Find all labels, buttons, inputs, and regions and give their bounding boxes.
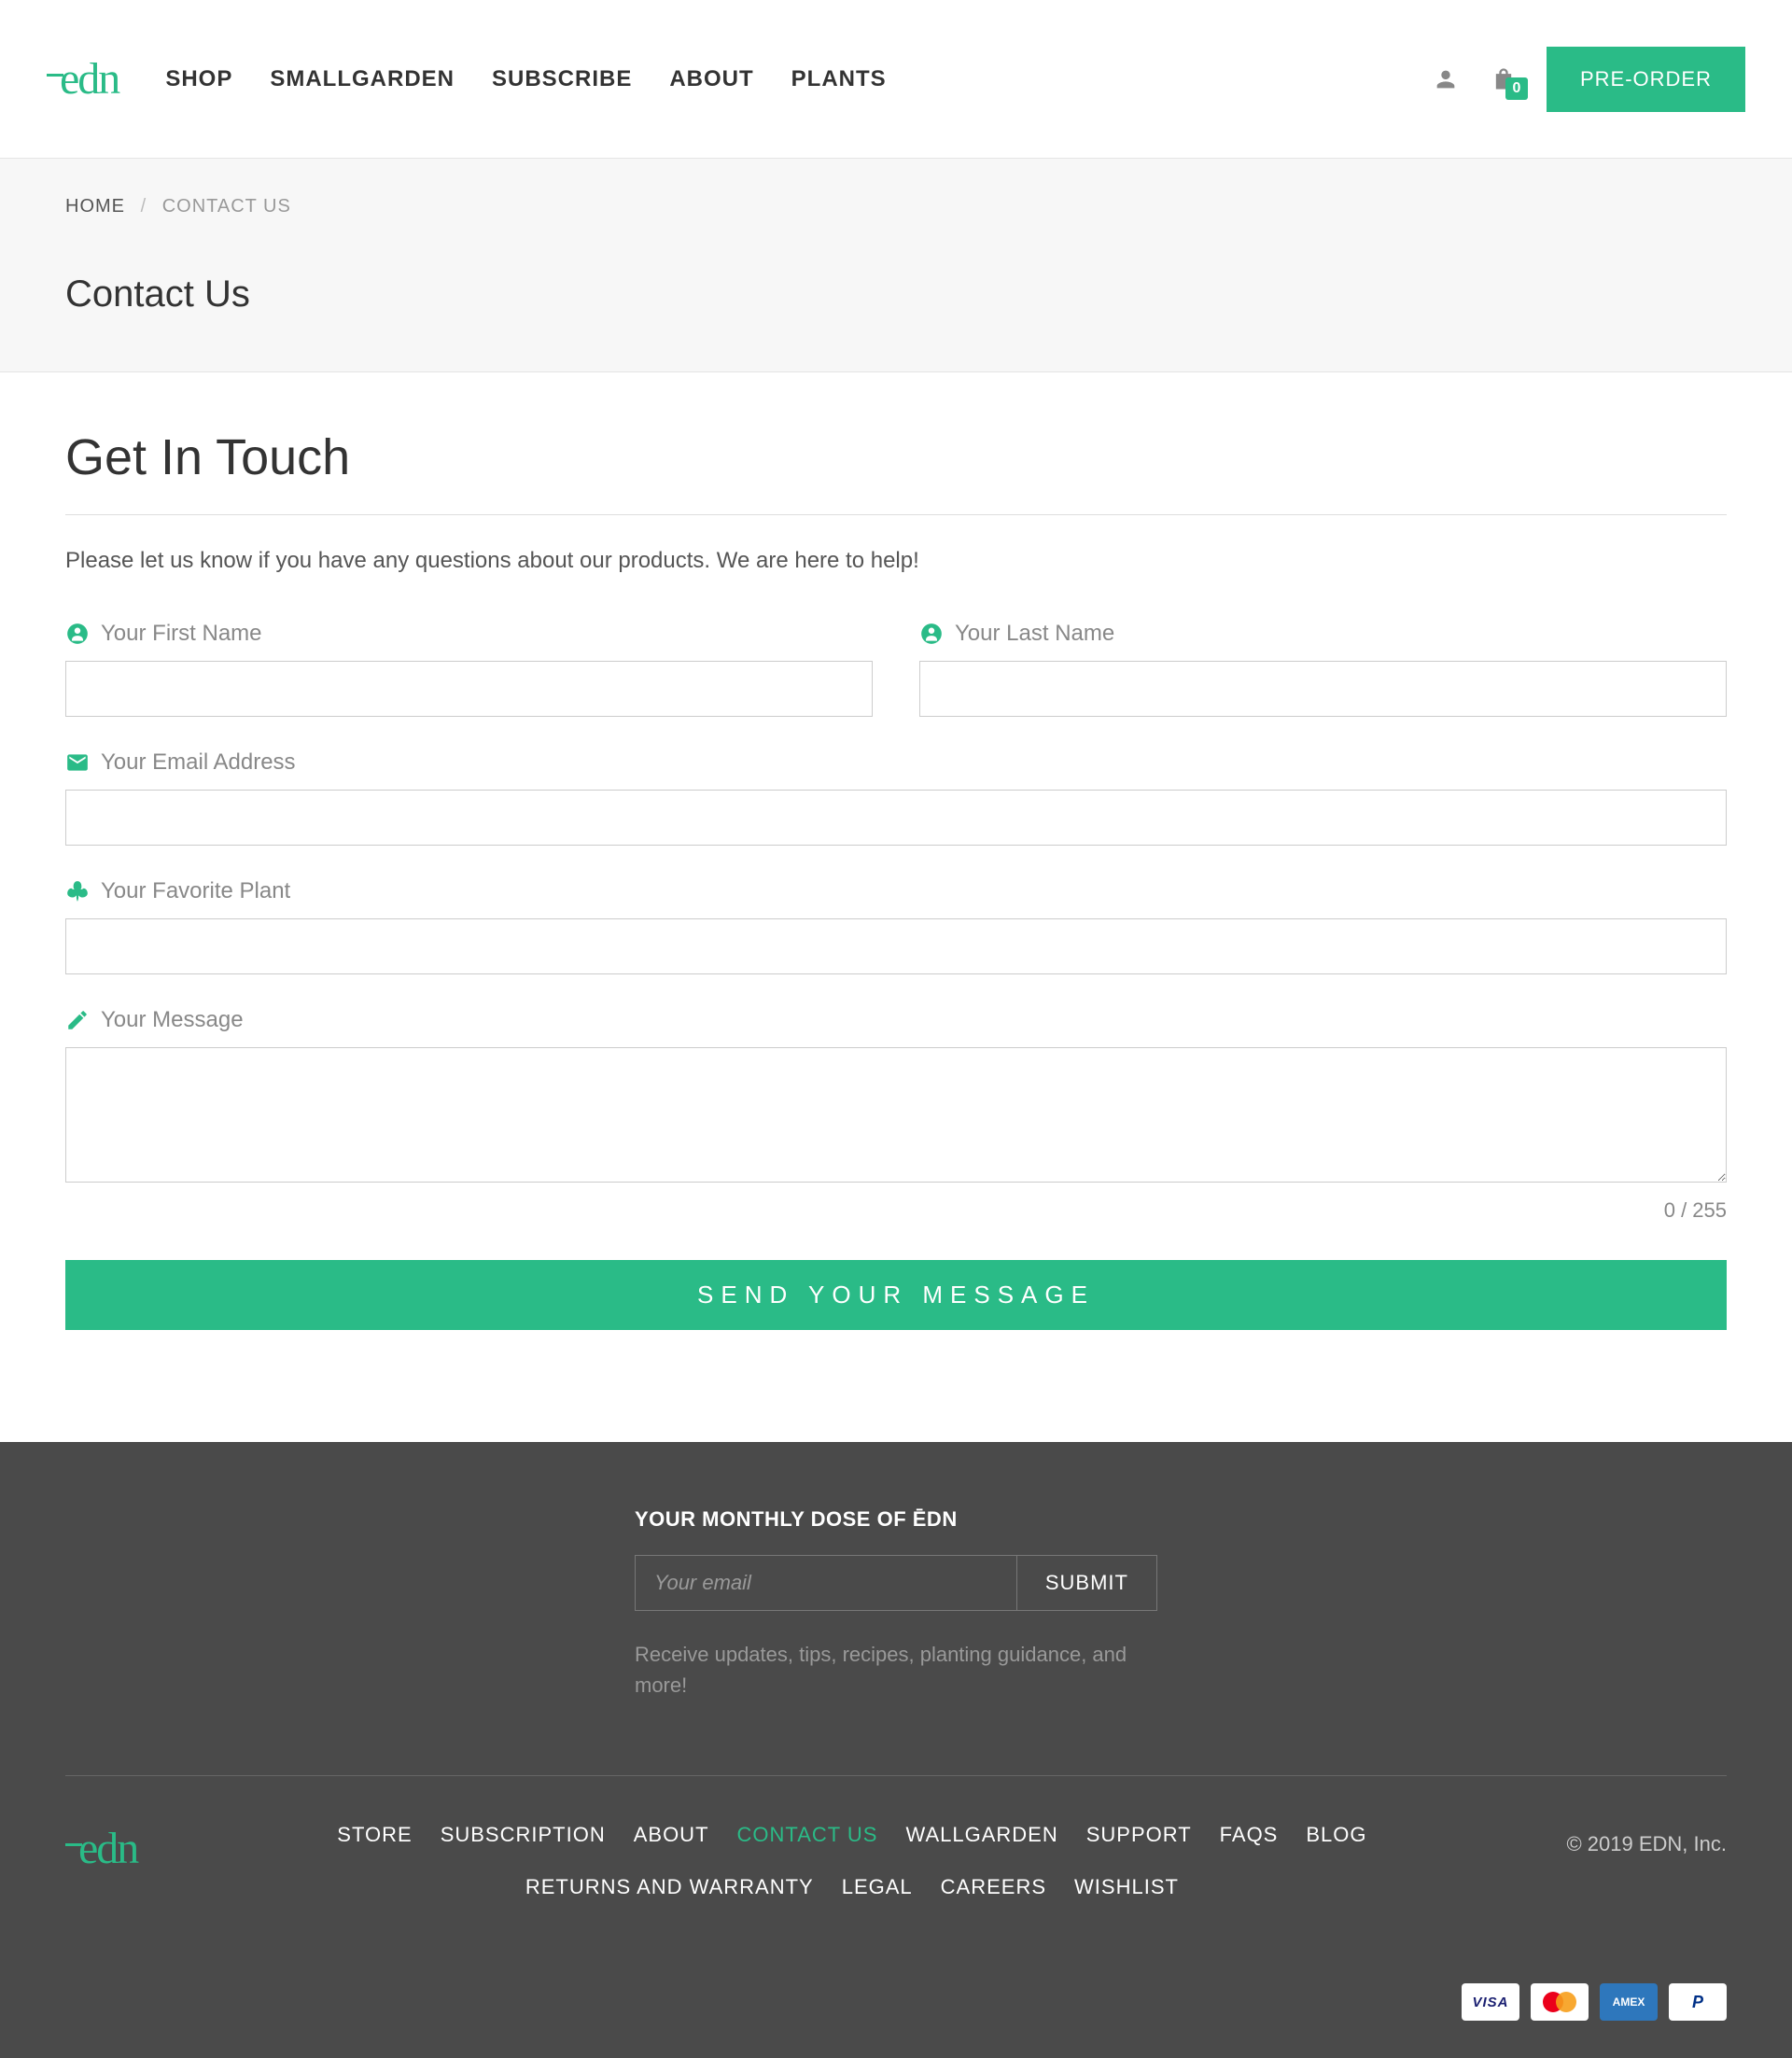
footer-link-store[interactable]: STORE xyxy=(337,1823,412,1847)
first-name-label: Your First Name xyxy=(101,621,262,647)
logo[interactable]: edn xyxy=(47,53,119,105)
plant-label: Your Favorite Plant xyxy=(101,878,290,904)
email-input[interactable] xyxy=(65,790,1727,846)
footer-link-subscription[interactable]: SUBSCRIPTION xyxy=(441,1823,606,1847)
char-counter: 0 / 255 xyxy=(65,1198,1727,1223)
paypal-card-icon: P xyxy=(1669,1983,1727,2021)
footer-link-returns-and-warranty[interactable]: RETURNS AND WARRANTY xyxy=(525,1875,814,1899)
account-icon[interactable] xyxy=(1431,64,1461,94)
intro-text: Please let us know if you have any quest… xyxy=(65,548,1727,574)
breadcrumb: HOME / CONTACT US xyxy=(65,196,1727,217)
breadcrumb-separator: / xyxy=(141,196,147,217)
pencil-icon xyxy=(65,1008,90,1032)
send-message-button[interactable]: SEND YOUR MESSAGE xyxy=(65,1260,1727,1330)
form-row-name: Your First Name Your Last Name xyxy=(65,621,1727,717)
breadcrumb-home[interactable]: HOME xyxy=(65,196,125,217)
nav-plants[interactable]: PLANTS xyxy=(791,66,887,92)
main-heading: Get In Touch xyxy=(65,428,1727,486)
footer-link-legal[interactable]: LEGAL xyxy=(842,1875,913,1899)
nav-smallgarden[interactable]: SMALLGARDEN xyxy=(270,66,455,92)
mastercard-icon xyxy=(1531,1983,1589,2021)
person-icon xyxy=(919,622,944,646)
form-row-plant: Your Favorite Plant xyxy=(65,878,1727,974)
nav-shop[interactable]: SHOP xyxy=(165,66,232,92)
footer-link-about[interactable]: ABOUT xyxy=(634,1823,709,1847)
footer-link-wishlist[interactable]: WISHLIST xyxy=(1074,1875,1179,1899)
footer-link-contact-us[interactable]: CONTACT US xyxy=(737,1823,878,1847)
message-label: Your Message xyxy=(101,1007,244,1033)
header: edn SHOP SMALLGARDEN SUBSCRIBE ABOUT PLA… xyxy=(0,0,1792,159)
newsletter-form: SUBMIT xyxy=(635,1555,1157,1611)
first-name-group: Your First Name xyxy=(65,621,873,717)
last-name-input[interactable] xyxy=(919,661,1727,717)
plant-input[interactable] xyxy=(65,918,1727,974)
main-nav: SHOP SMALLGARDEN SUBSCRIBE ABOUT PLANTS xyxy=(165,66,886,92)
nav-subscribe[interactable]: SUBSCRIBE xyxy=(492,66,632,92)
breadcrumb-section: HOME / CONTACT US Contact Us xyxy=(0,159,1792,372)
footer-nav: STORE SUBSCRIPTION ABOUT CONTACT US WALLGARD… xyxy=(193,1823,1510,1899)
plant-group: Your Favorite Plant xyxy=(65,878,1727,974)
footer-link-faqs[interactable]: FAQS xyxy=(1220,1823,1279,1847)
copyright: © 2019 EDN, Inc. xyxy=(1566,1832,1727,1856)
amex-card-icon: AMEX xyxy=(1600,1983,1658,2021)
message-input[interactable] xyxy=(65,1047,1727,1183)
preorder-button[interactable]: PRE-ORDER xyxy=(1547,47,1745,112)
nav-about[interactable]: ABOUT xyxy=(669,66,753,92)
breadcrumb-current: CONTACT US xyxy=(162,196,291,217)
form-row-message: Your Message xyxy=(65,1007,1727,1187)
email-group: Your Email Address xyxy=(65,749,1727,846)
last-name-group: Your Last Name xyxy=(919,621,1727,717)
footer-link-support[interactable]: SUPPORT xyxy=(1086,1823,1192,1847)
cart-icon[interactable]: 0 xyxy=(1489,64,1519,94)
newsletter-title: YOUR MONTHLY DOSE OF ĒDN xyxy=(635,1507,1157,1532)
form-row-email: Your Email Address xyxy=(65,749,1727,846)
email-label: Your Email Address xyxy=(101,749,296,776)
footer: YOUR MONTHLY DOSE OF ĒDN SUBMIT Receive … xyxy=(0,1442,1792,2058)
newsletter: YOUR MONTHLY DOSE OF ĒDN SUBMIT Receive … xyxy=(635,1507,1157,1701)
footer-link-careers[interactable]: CAREERS xyxy=(941,1875,1046,1899)
footer-divider xyxy=(65,1775,1727,1776)
person-icon xyxy=(65,622,90,646)
message-group: Your Message xyxy=(65,1007,1727,1187)
main-content: Get In Touch Please let us know if you h… xyxy=(0,372,1792,1442)
footer-bottom: edn STORE SUBSCRIPTION ABOUT CONTACT US WALL… xyxy=(65,1823,1727,1899)
newsletter-email-input[interactable] xyxy=(635,1555,1017,1611)
visa-card-icon: VISA xyxy=(1462,1983,1519,2021)
footer-logo[interactable]: edn xyxy=(65,1823,137,1874)
newsletter-description: Receive updates, tips, recipes, planting… xyxy=(635,1639,1157,1701)
flower-icon xyxy=(65,879,90,903)
page-title: Contact Us xyxy=(65,273,1727,315)
first-name-input[interactable] xyxy=(65,661,873,717)
newsletter-submit-button[interactable]: SUBMIT xyxy=(1017,1555,1157,1611)
divider xyxy=(65,514,1727,515)
last-name-label: Your Last Name xyxy=(955,621,1114,647)
payment-methods: VISA AMEX P xyxy=(65,1983,1727,2021)
email-icon xyxy=(65,750,90,775)
footer-link-wallgarden[interactable]: WALLGARDEN xyxy=(906,1823,1058,1847)
footer-link-blog[interactable]: BLOG xyxy=(1306,1823,1366,1847)
header-right: 0 PRE-ORDER xyxy=(1431,47,1745,112)
cart-count-badge: 0 xyxy=(1505,77,1528,100)
